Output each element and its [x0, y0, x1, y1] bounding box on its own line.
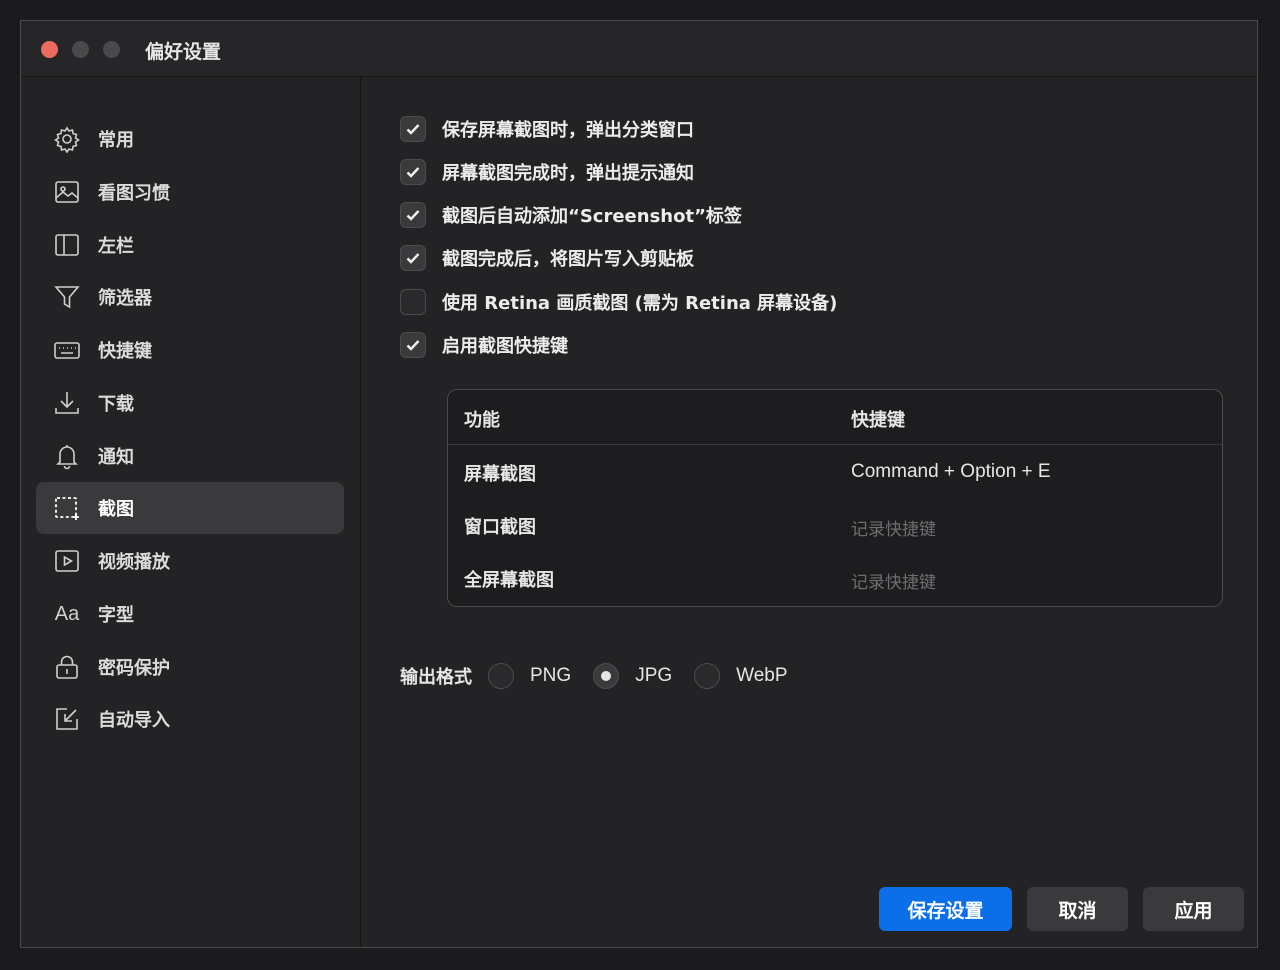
sidebar-item-label: 下载: [98, 394, 134, 415]
checkbox[interactable]: [400, 245, 426, 271]
sidebar-item-label: 常用: [98, 130, 134, 151]
column-header-shortcut: 快捷键: [851, 410, 905, 431]
sidebar-item-download[interactable]: 下载: [36, 377, 344, 429]
download-icon: [52, 388, 82, 418]
option-row[interactable]: 保存屏幕截图时，弹出分类窗口: [400, 114, 694, 144]
option-label: 使用 Retina 画质截图 (需为 Retina 屏幕设备): [442, 293, 838, 314]
bell-icon: [52, 441, 82, 471]
radio-jpg[interactable]: [593, 663, 620, 689]
option-row[interactable]: 启用截图快捷键: [400, 330, 568, 360]
checkmark-icon: [406, 210, 420, 221]
close-window-button[interactable]: [41, 41, 58, 58]
shortcut-table: 功能 快捷键 屏幕截图 Command + Option + E 窗口截图 记录…: [447, 389, 1223, 607]
screenshot-settings-panel: 保存屏幕截图时，弹出分类窗口 屏幕截图完成时，弹出提示通知 截图后自动添加“Sc…: [361, 77, 1257, 947]
radio-webp[interactable]: [694, 663, 721, 689]
title-bar: 偏好设置: [21, 21, 1257, 77]
sidebar-item-screenshot[interactable]: 截图: [36, 482, 344, 534]
sidebar-item-fonts[interactable]: Aa 字型: [36, 588, 344, 640]
option-row[interactable]: 截图完成后，将图片写入剪贴板: [400, 243, 694, 273]
cancel-button[interactable]: 取消: [1027, 887, 1128, 931]
sidebar-item-general[interactable]: 常用: [36, 113, 344, 165]
sidebar-item-video-playback[interactable]: 视频播放: [36, 535, 344, 587]
sidebar-item-filters[interactable]: 筛选器: [36, 271, 344, 323]
option-label: 保存屏幕截图时，弹出分类窗口: [442, 120, 694, 141]
save-settings-button[interactable]: 保存设置: [879, 887, 1012, 931]
image-icon: [52, 177, 82, 207]
radio-png[interactable]: [488, 663, 514, 689]
shortcut-recorder[interactable]: Command + Option + E: [851, 461, 1051, 483]
sidebar-item-viewing-habits[interactable]: 看图习惯: [36, 166, 344, 218]
function-cell: 全屏幕截图: [464, 570, 554, 591]
checkbox[interactable]: [400, 332, 426, 358]
radio-label-webp[interactable]: WebP: [736, 665, 787, 687]
radio-dot: [601, 671, 612, 681]
sidebar-item-label: 快捷键: [98, 341, 152, 362]
sidebar-item-label: 通知: [98, 447, 134, 468]
column-header-function: 功能: [464, 410, 500, 431]
sidebar-item-label: 视频播放: [98, 552, 170, 573]
option-row[interactable]: 截图后自动添加“Screenshot”标签: [400, 200, 742, 230]
window-title: 偏好设置: [145, 41, 222, 63]
sidebar-icon: [52, 230, 82, 260]
checkbox[interactable]: [400, 202, 426, 228]
import-icon: [52, 704, 82, 734]
option-label: 截图完成后，将图片写入剪贴板: [442, 249, 694, 270]
checkmark-icon: [406, 253, 420, 264]
radio-label-jpg[interactable]: JPG: [635, 665, 672, 687]
checkbox[interactable]: [400, 159, 426, 185]
checkbox[interactable]: [400, 289, 426, 315]
font-icon: Aa: [54, 602, 80, 625]
play-icon: [52, 546, 82, 576]
option-label: 屏幕截图完成时，弹出提示通知: [442, 163, 694, 184]
sidebar-item-shortcuts[interactable]: 快捷键: [36, 324, 344, 376]
shortcut-recorder[interactable]: 记录快捷键: [851, 568, 936, 593]
radio-label-png[interactable]: PNG: [530, 665, 571, 687]
preferences-window: 偏好设置 常用 看图习惯 左栏 筛选器 快捷键 下载 通知 截图 视频播放 Aa…: [20, 20, 1258, 948]
lock-icon: [52, 652, 82, 682]
sidebar-item-notifications[interactable]: 通知: [36, 430, 344, 482]
sidebar-item-label: 筛选器: [98, 288, 152, 309]
function-cell: 窗口截图: [464, 517, 536, 538]
shortcut-recorder[interactable]: 记录快捷键: [851, 515, 936, 540]
checkmark-icon: [406, 124, 420, 135]
output-format-group: 输出格式 PNG JPG WebP: [400, 659, 810, 693]
checkmark-icon: [406, 340, 420, 351]
table-header: 功能 快捷键: [448, 390, 1222, 445]
sidebar-item-label: 截图: [98, 499, 134, 520]
sidebar-item-left-panel[interactable]: 左栏: [36, 219, 344, 271]
keyboard-icon: [52, 335, 82, 365]
checkbox[interactable]: [400, 116, 426, 142]
sidebar: 常用 看图习惯 左栏 筛选器 快捷键 下载 通知 截图 视频播放 Aa 字型 密…: [21, 77, 361, 947]
apply-button[interactable]: 应用: [1143, 887, 1244, 931]
sidebar-item-label: 自动导入: [98, 710, 170, 731]
function-cell: 屏幕截图: [464, 464, 536, 485]
sidebar-item-label: 看图习惯: [98, 183, 170, 204]
option-row[interactable]: 屏幕截图完成时，弹出提示通知: [400, 157, 694, 187]
option-label: 启用截图快捷键: [442, 336, 568, 357]
option-row[interactable]: 使用 Retina 画质截图 (需为 Retina 屏幕设备): [400, 287, 837, 317]
filter-icon: [52, 282, 82, 312]
sidebar-item-label: 密码保护: [98, 658, 170, 679]
sidebar-item-label: 左栏: [98, 236, 134, 257]
output-format-label: 输出格式: [400, 667, 472, 688]
gear-icon: [52, 124, 82, 154]
sidebar-item-password[interactable]: 密码保护: [36, 641, 344, 693]
minimize-window-button[interactable]: [72, 41, 89, 58]
sidebar-item-auto-import[interactable]: 自动导入: [36, 693, 344, 745]
option-label: 截图后自动添加“Screenshot”标签: [442, 206, 742, 227]
screenshot-icon: [52, 493, 82, 523]
checkmark-icon: [406, 167, 420, 178]
sidebar-item-label: 字型: [98, 605, 134, 626]
zoom-window-button[interactable]: [103, 41, 120, 58]
